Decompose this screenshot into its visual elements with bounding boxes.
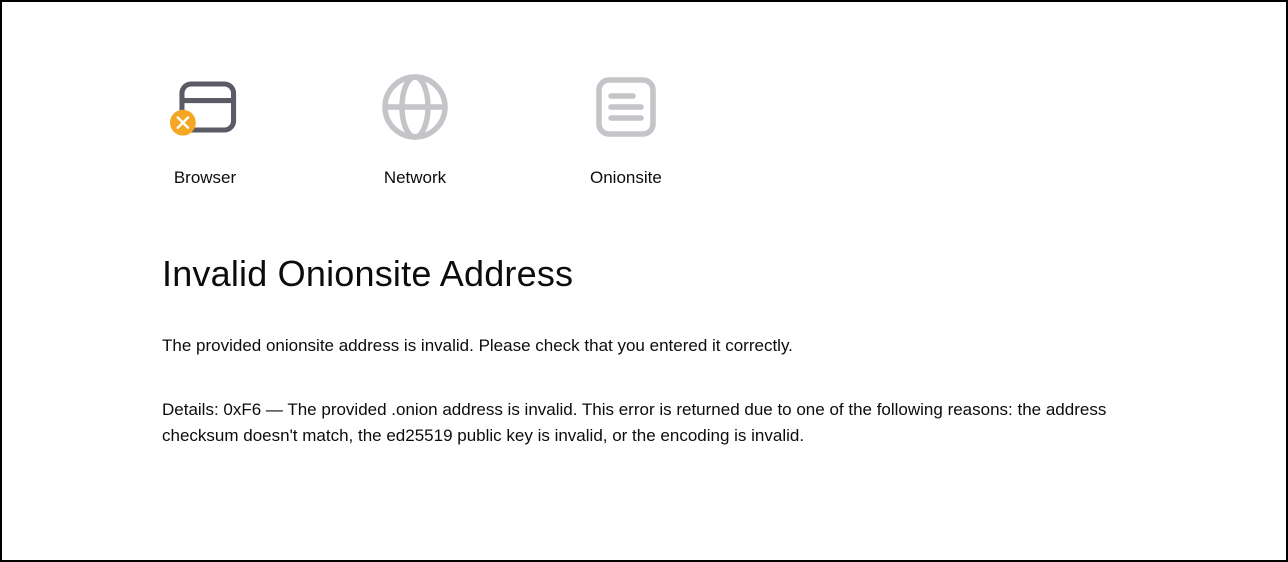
error-details: Details: 0xF6 — The provided .onion addr… bbox=[162, 397, 1112, 450]
network-icon bbox=[380, 72, 450, 142]
browser-icon bbox=[170, 72, 240, 142]
error-message: The provided onionsite address is invali… bbox=[162, 333, 1126, 359]
onionsite-icon-label: Onionsite bbox=[590, 168, 662, 188]
browser-icon-label: Browser bbox=[174, 168, 236, 188]
network-status-item: Network bbox=[380, 72, 450, 188]
error-title: Invalid Onionsite Address bbox=[162, 253, 1126, 295]
onionsite-icon bbox=[591, 72, 661, 142]
network-icon-label: Network bbox=[384, 168, 446, 188]
browser-status-item: Browser bbox=[170, 72, 240, 188]
status-icon-row: Browser Network Onionsite bbox=[162, 72, 1126, 188]
onionsite-status-item: Onionsite bbox=[590, 72, 662, 188]
